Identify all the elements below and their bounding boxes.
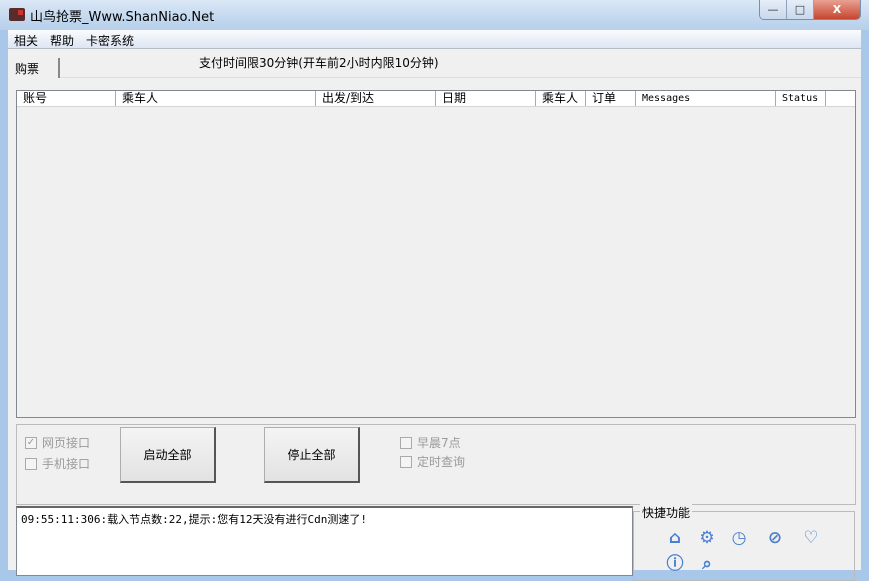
checkbox-box [25, 457, 37, 470]
settings-icon[interactable]: ⚙ [697, 528, 717, 548]
log-textbox[interactable]: 09:55:11:306:载入节点数:22,提示:您有12天没有进行Cdn测速了… [16, 506, 633, 576]
morning7-checkbox[interactable]: 早晨7点 [400, 434, 461, 451]
title-bar: 山鸟抢票_Www.ShanNiao.Net — □ X [0, 0, 869, 30]
stop-all-button[interactable]: 停止全部 [264, 427, 360, 483]
web-api-label: 网页接口 [42, 436, 91, 450]
col-status[interactable]: Status [776, 91, 826, 106]
morning7-label: 早晨7点 [417, 436, 461, 450]
start-all-button[interactable]: 启动全部 [120, 427, 216, 483]
maximize-button[interactable]: □ [787, 0, 814, 19]
blocked-icon[interactable]: ⊘ [765, 528, 785, 548]
quick-functions-label: 快捷功能 [640, 504, 693, 521]
menu-about[interactable]: 相关 [8, 30, 44, 48]
col-order[interactable]: 订单 [586, 91, 636, 106]
col-date[interactable]: 日期 [436, 91, 536, 106]
tab-divider [60, 77, 861, 78]
mobile-api-checkbox[interactable]: 手机接口 [25, 455, 90, 472]
col-account[interactable]: 账号 [17, 91, 116, 106]
list-header: 账号 乘车人 出发/到达 日期 乘车人 订单 Messages Status [17, 91, 855, 107]
client-area: 相关 帮助 卡密系统 购票 支付时间限30分钟(开车前2小时内限10分钟) 账号… [8, 30, 861, 581]
close-button[interactable]: X [814, 0, 860, 19]
col-messages[interactable]: Messages [636, 91, 776, 106]
control-group: ✓ 网页接口 手机接口 启动全部 停止全部 早晨7点 定时查询 [16, 424, 856, 505]
clock-icon[interactable]: ◷ [729, 528, 749, 548]
mobile-api-label: 手机接口 [42, 457, 91, 471]
menu-license[interactable]: 卡密系统 [80, 30, 140, 48]
scheduled-query-label: 定时查询 [417, 455, 466, 469]
info-icon[interactable]: ⓘ [665, 554, 685, 574]
heart-icon[interactable]: ♡ [801, 528, 821, 548]
home-icon[interactable]: ⌂ [665, 528, 685, 548]
menu-help[interactable]: 帮助 [44, 30, 80, 48]
checkmark-icon: ✓ [25, 436, 37, 449]
tab-buy-ticket[interactable]: 购票 [8, 58, 60, 78]
quick-functions-group: 快捷功能 ⌂ ⚙ ◷ ⊘ ♡ ⓘ ⌕ [633, 504, 855, 581]
col-depart-arrive[interactable]: 出发/到达 [316, 91, 436, 106]
minimize-button[interactable]: — [760, 0, 787, 19]
checkbox-box [400, 436, 412, 449]
scheduled-query-checkbox[interactable]: 定时查询 [400, 453, 465, 470]
menu-bar: 相关 帮助 卡密系统 [8, 30, 861, 49]
col-passenger-2[interactable]: 乘车人 [536, 91, 586, 106]
col-passenger[interactable]: 乘车人 [116, 91, 316, 106]
web-api-checkbox[interactable]: ✓ 网页接口 [25, 434, 90, 451]
app-train-icon [9, 8, 25, 21]
search-icon[interactable]: ⌕ [697, 554, 717, 574]
checkbox-box [400, 455, 412, 468]
payment-notice: 支付时间限30分钟(开车前2小时内限10分钟) [199, 56, 439, 70]
order-list[interactable]: 账号 乘车人 出发/到达 日期 乘车人 订单 Messages Status [16, 90, 856, 418]
window-title: 山鸟抢票_Www.ShanNiao.Net [30, 10, 215, 25]
